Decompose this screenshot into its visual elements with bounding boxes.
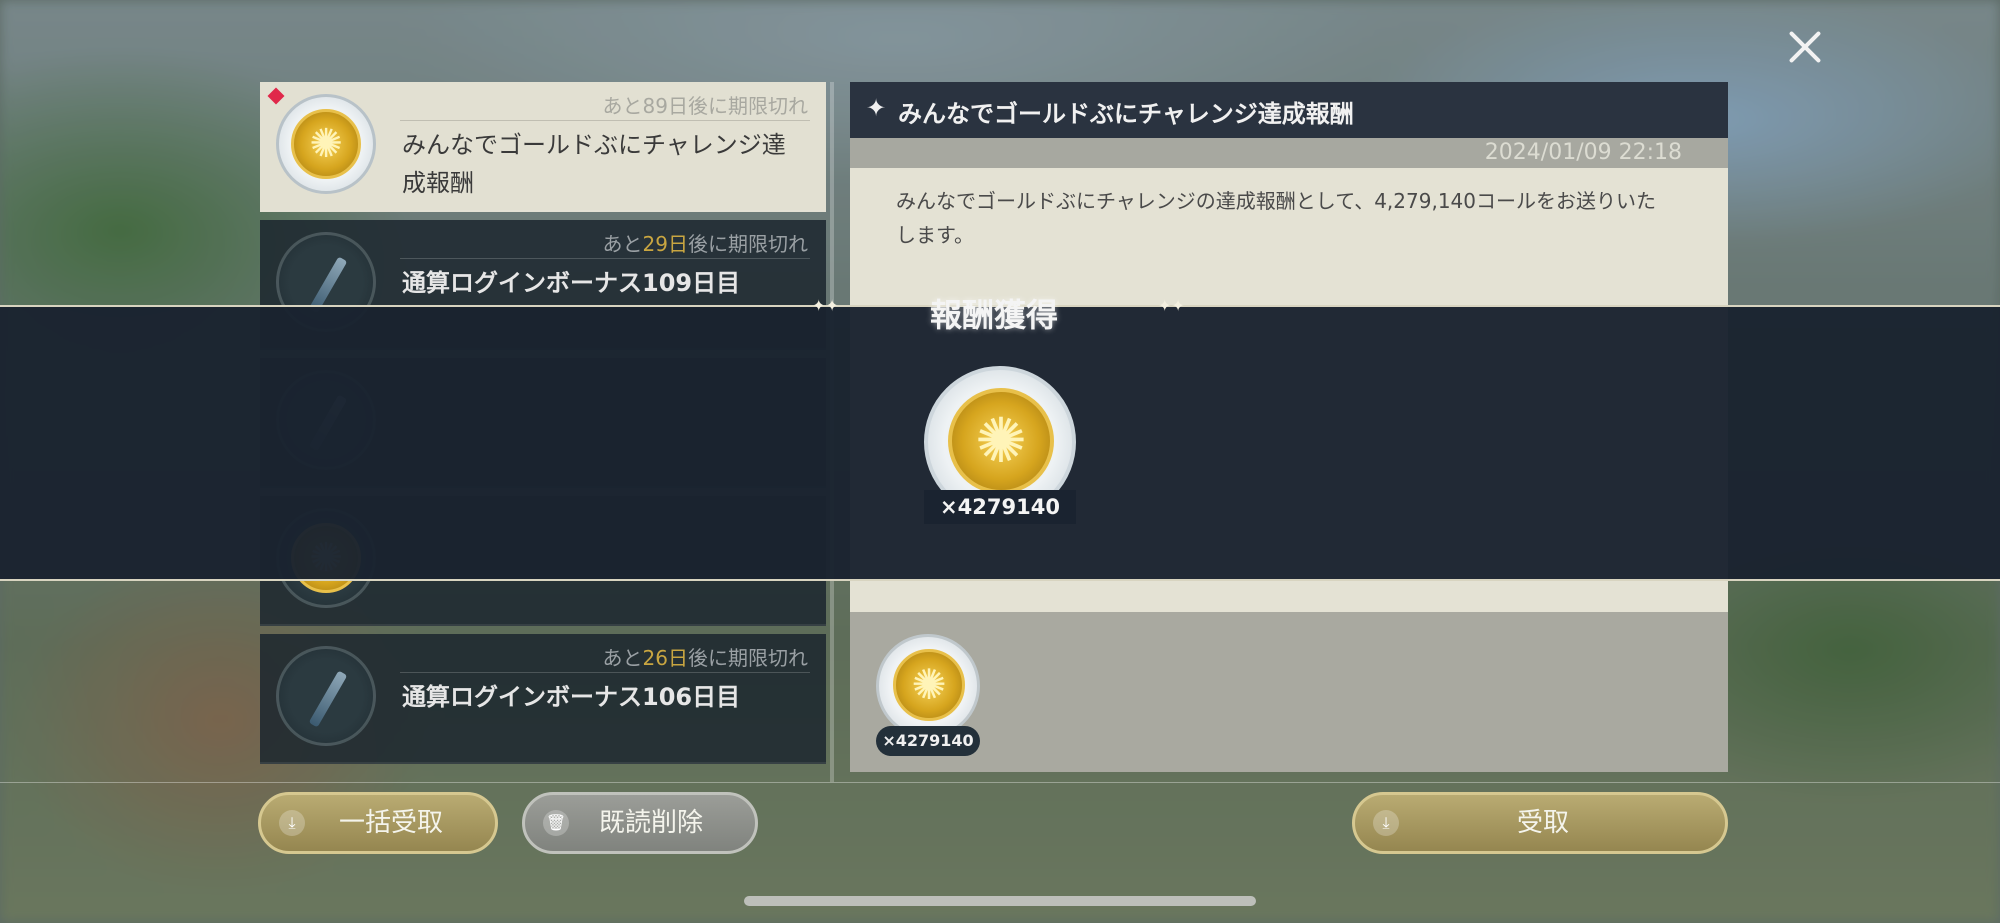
close-icon[interactable] bbox=[1782, 24, 1828, 70]
expiry-label: あと89日後に期限切れ bbox=[602, 94, 808, 118]
expiry-label: あと29日後に期限切れ bbox=[602, 232, 808, 256]
expiry-label: あと26日後に期限切れ bbox=[602, 646, 808, 670]
mail-title: 通算ログインボーナス109日目 bbox=[402, 269, 741, 297]
banner-border-bottom bbox=[0, 579, 2000, 581]
mail-title: みんなでゴールドぶにチャレンジ達成報酬 bbox=[402, 131, 786, 197]
sparkle-icon: ✦✦ bbox=[1158, 296, 1185, 315]
receive-label: 受取 bbox=[1516, 808, 1569, 838]
mail-thumbnail bbox=[276, 646, 376, 746]
key-icon bbox=[308, 670, 348, 728]
delete-read-button[interactable]: 🗑 既読削除 bbox=[522, 792, 758, 854]
divider bbox=[400, 672, 810, 673]
attachment-item[interactable] bbox=[876, 634, 980, 738]
detail-message: みんなでゴールドぶにチャレンジの達成報酬として、4,279,140コールをお送り… bbox=[896, 189, 1656, 247]
download-icon: ⤓ bbox=[279, 810, 305, 836]
receive-all-button[interactable]: ⤓ 一括受取 bbox=[258, 792, 498, 854]
home-indicator[interactable] bbox=[744, 896, 1256, 906]
bottom-divider bbox=[0, 782, 2000, 783]
unread-marker-icon bbox=[267, 87, 285, 105]
mail-title: 通算ログインボーナス106日目 bbox=[402, 683, 741, 711]
detail-header: ✦ みんなでゴールドぶにチャレンジ達成報酬 bbox=[850, 82, 1728, 138]
divider bbox=[400, 258, 810, 259]
receive-all-label: 一括受取 bbox=[339, 808, 444, 838]
delete-read-label: 既読削除 bbox=[599, 808, 704, 838]
gold-coin-icon bbox=[948, 388, 1054, 494]
attachment-area bbox=[850, 612, 1728, 772]
sparkle-icon: ✦✦ bbox=[812, 296, 839, 315]
detail-title: みんなでゴールドぶにチャレンジ達成報酬 bbox=[898, 100, 1354, 128]
detail-date: 2024/01/09 22:18 bbox=[850, 138, 1728, 168]
gold-coin-icon bbox=[893, 649, 965, 721]
reward-count: ×4279140 bbox=[924, 490, 1076, 524]
receive-button[interactable]: ⤓ 受取 bbox=[1352, 792, 1728, 854]
gold-coin-icon bbox=[291, 109, 361, 179]
reward-title: 報酬獲得 bbox=[930, 296, 1059, 334]
trash-icon: 🗑 bbox=[543, 810, 569, 836]
mail-thumbnail bbox=[276, 94, 376, 194]
attachment-count: ×4279140 bbox=[876, 726, 980, 756]
divider bbox=[400, 120, 810, 121]
mail-item-login-106[interactable]: あと26日後に期限切れ 通算ログインボーナス106日目 bbox=[260, 634, 826, 764]
mail-item-gold-challenge[interactable]: あと89日後に期限切れ みんなでゴールドぶにチャレンジ達成報酬 bbox=[260, 82, 826, 212]
sparkle-icon: ✦ bbox=[866, 94, 887, 122]
